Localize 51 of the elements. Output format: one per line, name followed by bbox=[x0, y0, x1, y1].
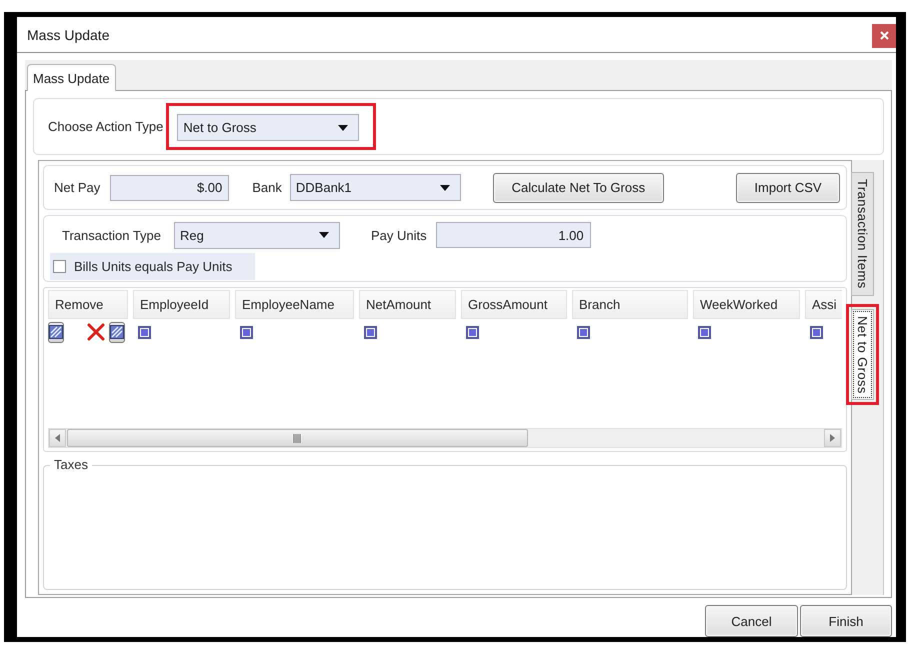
delete-x-icon[interactable] bbox=[87, 323, 105, 341]
cancel-button[interactable]: Cancel bbox=[705, 605, 798, 637]
field-label: Pay Units bbox=[371, 228, 427, 242]
field-label: Bank bbox=[252, 180, 282, 195]
checkbox[interactable] bbox=[53, 260, 66, 273]
side-tab[interactable]: Transaction Items bbox=[851, 172, 874, 296]
calculate-button[interactable]: Calculate Net To Gross bbox=[492, 172, 664, 202]
caret-icon bbox=[319, 232, 329, 238]
right-arrow-icon bbox=[830, 434, 835, 442]
column-header[interactable]: GrossAmount bbox=[461, 290, 567, 319]
filter-icon[interactable] bbox=[810, 326, 823, 338]
field-label: Transaction Type bbox=[62, 228, 161, 242]
filter-icon[interactable] bbox=[364, 326, 377, 338]
caret-icon bbox=[338, 124, 348, 130]
scroll-left-button[interactable] bbox=[49, 429, 66, 447]
caret-icon bbox=[440, 184, 450, 190]
column-header[interactable]: EmployeeName bbox=[235, 290, 354, 319]
bank-dropdown[interactable]: DDBank1 bbox=[290, 174, 461, 201]
column-header[interactable]: EmployeeId bbox=[133, 290, 230, 319]
field-label: Choose Action Type bbox=[48, 119, 164, 134]
scroll-right-button[interactable] bbox=[824, 429, 841, 447]
scroll-thumb[interactable] bbox=[67, 429, 528, 447]
filter-icon[interactable] bbox=[138, 326, 151, 338]
edit-button[interactable] bbox=[109, 322, 125, 342]
column-header[interactable]: Remove bbox=[48, 290, 128, 319]
column-header[interactable]: Branch bbox=[572, 290, 688, 319]
close-icon bbox=[880, 31, 888, 40]
field-label: Net Pay bbox=[54, 180, 100, 195]
horizontal-scrollbar[interactable] bbox=[48, 428, 842, 448]
tab[interactable]: Mass Update bbox=[27, 64, 116, 91]
pay-units-field[interactable]: 1.00 bbox=[436, 222, 591, 248]
close-button[interactable] bbox=[872, 24, 896, 48]
filter-icon[interactable] bbox=[577, 326, 590, 338]
action-type-dropdown[interactable]: Net to Gross bbox=[177, 114, 360, 141]
transaction-type-dropdown[interactable]: Reg bbox=[174, 222, 340, 248]
column-header[interactable]: NetAmount bbox=[359, 290, 456, 319]
finish-button[interactable]: Finish bbox=[800, 605, 892, 637]
window-title: Mass Update bbox=[27, 26, 110, 42]
filter-icon[interactable] bbox=[240, 326, 253, 338]
group-title: Taxes bbox=[50, 457, 92, 472]
left-arrow-icon bbox=[55, 434, 60, 442]
column-header[interactable]: Assi bbox=[805, 290, 842, 319]
edit-button[interactable] bbox=[48, 322, 64, 342]
net-pay-field[interactable]: $.00 bbox=[110, 174, 230, 200]
filter-icon[interactable] bbox=[466, 326, 479, 338]
checkbox-label: Bills Units equals Pay Units bbox=[74, 259, 232, 274]
import-csv-button[interactable]: Import CSV bbox=[736, 172, 840, 202]
column-header[interactable]: WeekWorked bbox=[693, 290, 800, 319]
filter-icon[interactable] bbox=[698, 326, 711, 338]
side-tab[interactable]: Net to Gross bbox=[851, 308, 874, 400]
checkbox-row[interactable]: Bills Units equals Pay Units bbox=[50, 253, 255, 280]
